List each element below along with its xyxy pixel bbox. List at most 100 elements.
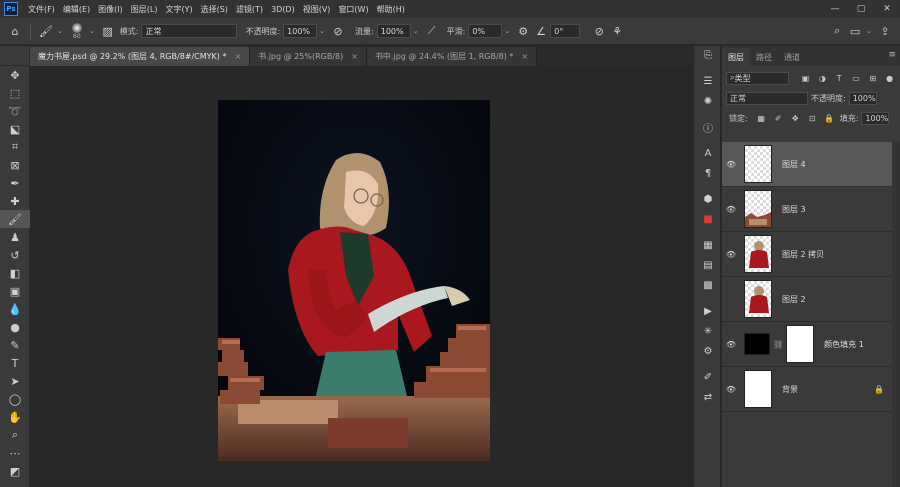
color-panel-icon[interactable]: ■ [694,210,722,228]
menu-view[interactable]: 视图(V) [299,4,335,15]
path-select-tool-icon[interactable]: ➤ [0,372,30,390]
layer-opacity-input[interactable]: 100% [848,91,877,105]
smart-object-filter-icon[interactable]: ⊞ [866,72,879,85]
lock-transparency-icon[interactable]: ▦ [755,112,768,125]
canvas-area[interactable] [30,66,693,487]
brushes-panel-icon[interactable]: ✐ [694,368,722,386]
history-panel-icon[interactable]: ⎘ [694,46,722,64]
menu-file[interactable]: 文件(F) [24,4,59,15]
document-canvas[interactable] [218,100,490,461]
type-filter-icon[interactable]: T [833,72,846,85]
layer-row[interactable]: 👁 图层 3 [722,187,892,232]
lock-artboard-icon[interactable]: ⊡ [806,112,819,125]
opacity-input[interactable]: 100% [283,24,318,38]
layer-row[interactable]: 👁 ⛓ 颜色填充 1 [722,322,892,367]
lasso-tool-icon[interactable]: ➰ [0,102,30,120]
chevron-down-icon[interactable]: ⌄ [319,27,325,35]
color-swatches-icon[interactable]: ◩ [0,462,30,480]
visibility-eye-icon[interactable]: 👁 [722,340,740,349]
layer-row[interactable]: 👁 背景 🔒 [722,367,892,412]
tab-channels[interactable]: 通道 [778,48,806,66]
tab-document-3[interactable]: 书中.jpg @ 24.4% (图层 1, RGB/8) * × [366,47,538,66]
move-tool-icon[interactable]: ✥ [0,66,30,84]
pressure-opacity-icon[interactable]: ⊘ [329,22,347,40]
adjustment-filter-icon[interactable]: ◑ [816,72,829,85]
minimize-button[interactable]: — [822,0,848,18]
lock-pixels-icon[interactable]: ✐ [772,112,785,125]
eraser-tool-icon[interactable]: ◧ [0,264,30,282]
dodge-tool-icon[interactable]: ● [0,318,30,336]
healing-brush-tool-icon[interactable]: ✚ [0,192,30,210]
panel-menu-icon[interactable]: ≡ [888,50,896,60]
pressure-size-icon[interactable]: ⊘ [590,22,608,40]
fill-input[interactable]: 100% [861,111,890,125]
character-panel-icon[interactable]: A [694,144,722,162]
glyphs-panel-icon[interactable]: ⚙ [694,342,722,360]
home-icon[interactable]: ⌂ [6,22,24,40]
close-window-button[interactable]: ✕ [874,0,900,18]
actions-panel-icon[interactable]: ▶ [694,302,722,320]
brush-settings-icon[interactable]: ▨ [99,22,117,40]
layer-filter-select[interactable]: ⌕ 类型 [726,71,790,85]
layer-row[interactable]: 图层 2 [722,277,892,322]
marquee-tool-icon[interactable]: ⬚ [0,84,30,102]
blend-mode-select[interactable]: 正常 [726,91,808,105]
close-icon[interactable]: × [351,52,358,61]
chevron-down-icon[interactable]: ⌄ [89,27,95,35]
tab-document-1[interactable]: 魔力书屋.psd @ 29.2% (图层 4, RGB/8#/CMYK) * × [30,47,251,66]
patterns-panel-icon[interactable]: ▩ [694,276,722,294]
adjustments-panel-icon[interactable]: ☰ [694,72,722,90]
toolbar-header[interactable] [0,46,30,66]
menu-filter[interactable]: 滤镜(T) [232,4,267,15]
blur-tool-icon[interactable]: 💧 [0,300,30,318]
maximize-button[interactable]: ▢ [848,0,874,18]
chevron-down-icon[interactable]: ⌄ [866,27,872,35]
menu-help[interactable]: 帮助(H) [373,4,409,15]
tool-presets-panel-icon[interactable]: ⇄ [694,388,722,406]
gradients-panel-icon[interactable]: ▤ [694,256,722,274]
swatches-panel-icon[interactable]: ▦ [694,236,722,254]
workspace-icon[interactable]: ▭ [846,22,864,40]
clone-stamp-tool-icon[interactable]: ♟ [0,228,30,246]
visibility-eye-icon[interactable]: 👁 [722,385,740,394]
hand-tool-icon[interactable]: ✋ [0,408,30,426]
close-icon[interactable]: × [234,52,241,61]
type-tool-icon[interactable]: T [0,354,30,372]
layer-row[interactable]: 👁 图层 4 [722,142,892,187]
share-icon[interactable]: ⇪ [876,22,894,40]
more-tools-icon[interactable]: ⋯ [0,444,30,462]
mode-select[interactable]: 正常 [141,24,238,38]
properties-panel-icon[interactable]: ✳ [694,322,722,340]
tab-layers[interactable]: 图层 [722,48,750,66]
menu-edit[interactable]: 编辑(E) [59,4,94,15]
menu-window[interactable]: 窗口(W) [334,4,372,15]
link-icon[interactable]: ⛓ [773,340,783,349]
visibility-eye-icon[interactable]: 👁 [722,250,740,259]
menu-3d[interactable]: 3D(D) [267,5,299,14]
menu-image[interactable]: 图像(I) [94,4,127,15]
chevron-down-icon[interactable]: ⌄ [57,27,63,35]
tab-document-2[interactable]: 书.jpg @ 25%(RGB/8) × [250,47,367,66]
tab-paths[interactable]: 路径 [750,48,778,66]
gear-icon[interactable]: ⚙ [514,22,532,40]
visibility-eye-icon[interactable]: 👁 [722,205,740,214]
zoom-tool-icon[interactable]: ⌕ [0,426,30,444]
gradient-tool-icon[interactable]: ▣ [0,282,30,300]
angle-input[interactable]: 0° [550,24,581,38]
menu-type[interactable]: 文字(Y) [161,4,196,15]
menu-layer[interactable]: 图层(L) [127,4,162,15]
frame-tool-icon[interactable]: ⊠ [0,156,30,174]
brush-tool-icon[interactable]: 🖌 [37,22,55,40]
layer-row[interactable]: 👁 图层 2 拷贝 [722,232,892,277]
brush-settings-panel-icon[interactable]: ✺ [694,92,722,110]
crop-tool-icon[interactable]: ⌗ [0,138,30,156]
chevron-down-icon[interactable]: ⌄ [413,27,419,35]
layers-scrollbar[interactable] [892,142,900,487]
lock-position-icon[interactable]: ✥ [789,112,802,125]
close-icon[interactable]: × [521,52,528,61]
pixel-filter-icon[interactable]: ▣ [799,72,812,85]
airbrush-icon[interactable]: ⟋ [423,22,441,40]
quick-select-tool-icon[interactable]: ⬕ [0,120,30,138]
pen-tool-icon[interactable]: ✎ [0,336,30,354]
smoothing-input[interactable]: 0% [468,24,503,38]
